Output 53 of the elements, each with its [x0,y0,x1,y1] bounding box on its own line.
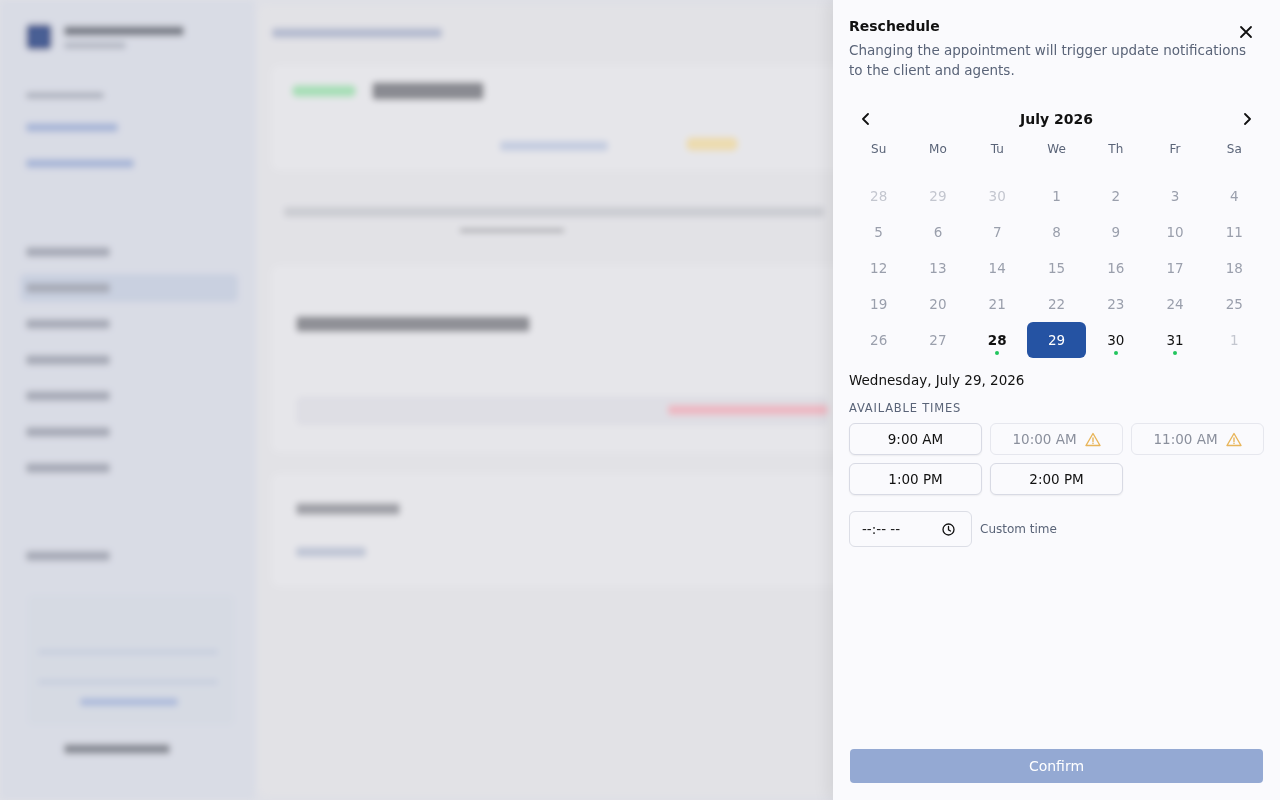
calendar-day[interactable]: 6 [908,214,968,250]
calendar-day[interactable]: 1 [1027,178,1086,214]
weekday-label: Fr [1169,142,1181,156]
calendar-day[interactable]: 18 [1204,250,1264,286]
weekday-label: Tu [990,142,1004,156]
time-slot-button[interactable]: 1:00 PM [849,463,982,495]
calendar-day[interactable]: 3 [1145,178,1205,214]
panel-description: Changing the appointment will trigger update notifications to the client and agents. [849,41,1248,80]
warning-icon [1225,431,1242,447]
calendar-day[interactable]: 2 [1086,178,1146,214]
weekday-label: Sa [1226,142,1242,156]
clock-icon [942,523,955,536]
time-slot-button[interactable]: 9:00 AM [849,423,982,455]
calendar-day[interactable]: 7 [967,214,1027,250]
calendar-day[interactable]: 12 [849,250,909,286]
weekday-label: Mo [929,142,947,156]
calendar-day[interactable]: 20 [908,286,968,322]
calendar-day[interactable]: 5 [849,214,909,250]
warning-icon [1084,431,1101,447]
weekday-label: We [1047,142,1066,156]
calendar-day[interactable]: 25 [1204,286,1264,322]
calendar-day[interactable]: 24 [1145,286,1205,322]
custom-time-label: Custom time [980,522,1057,536]
calendar-day[interactable]: 29 [1027,322,1086,358]
calendar-day[interactable]: 15 [1027,250,1086,286]
weekday-label: Su [871,142,887,156]
calendar-day[interactable]: 13 [908,250,968,286]
section-heading: AVAILABLE TIMES [849,401,963,415]
calendar-day[interactable]: 11 [1204,214,1264,250]
calendar-day[interactable]: 26 [849,322,909,358]
calendar-day[interactable]: 8 [1027,214,1086,250]
month-title: July 2026 [1020,111,1093,127]
calendar-day[interactable]: 31 [1145,322,1205,358]
time-slot-button[interactable]: 2:00 PM [990,463,1123,495]
time-slot-button[interactable]: 11:00 AM [1131,423,1264,455]
calendar-day[interactable]: 10 [1145,214,1205,250]
calendar-day[interactable]: 14 [967,250,1027,286]
calendar-day[interactable]: 23 [1086,286,1146,322]
weekday-label: Th [1108,142,1124,156]
calendar-day[interactable]: 28 [967,322,1027,358]
time-input-field[interactable]: --:-- -- [849,511,972,547]
calendar-day[interactable]: 9 [1086,214,1146,250]
calendar-day[interactable]: 17 [1145,250,1205,286]
calendar-day[interactable]: 19 [849,286,909,322]
calendar-day[interactable]: 22 [1027,286,1086,322]
calendar-day[interactable]: 27 [908,322,968,358]
time-slot-button[interactable]: 10:00 AM [990,423,1123,455]
calendar-day[interactable]: 16 [1086,250,1146,286]
selected-date: Wednesday, July 29, 2026 [849,372,1026,388]
calendar-day[interactable]: 21 [967,286,1027,322]
panel-title: Reschedule [849,18,940,34]
calendar-day[interactable]: 30 [1086,322,1146,358]
calendar-day[interactable]: 4 [1204,178,1264,214]
